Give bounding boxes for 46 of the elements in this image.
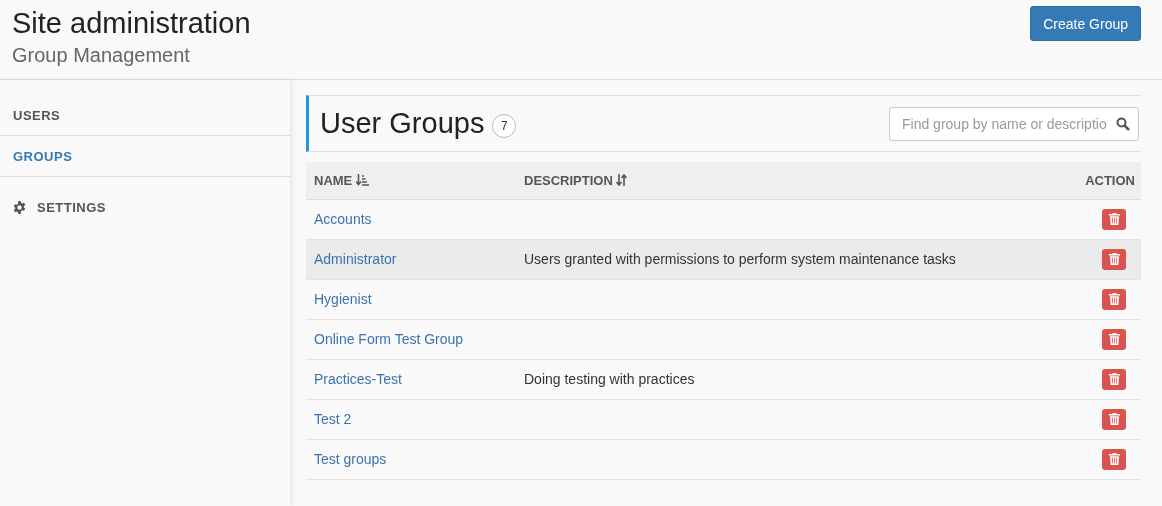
group-link[interactable]: Online Form Test Group <box>314 331 464 347</box>
table-row[interactable]: Hygienist <box>306 279 1141 319</box>
group-link[interactable]: Hygienist <box>314 291 372 307</box>
group-link[interactable]: Practices-Test <box>314 371 402 387</box>
sidebar-item[interactable]: USERS <box>0 95 290 136</box>
delete-button[interactable] <box>1102 208 1126 230</box>
delete-button[interactable] <box>1102 448 1126 470</box>
create-group-button[interactable]: Create Group <box>1030 6 1141 41</box>
table-row[interactable]: Test 2 <box>306 399 1141 439</box>
table-row[interactable]: Accounts <box>306 199 1141 239</box>
search-field[interactable]: Find group by name or descriptio <box>889 106 1139 141</box>
delete-button[interactable] <box>1102 328 1126 350</box>
trash-icon <box>1108 413 1120 425</box>
sidebar-item[interactable]: SETTINGS <box>0 177 290 237</box>
page-title: Site administration <box>12 6 251 40</box>
group-link[interactable]: Test 2 <box>314 411 352 427</box>
page-subtitle: Group Management <box>12 44 191 67</box>
search-icon <box>1116 116 1130 131</box>
column-header[interactable]: DESCRIPTION <box>516 162 1063 199</box>
gear-icon <box>13 200 26 214</box>
table-cell: Doing testing with practices <box>524 371 695 387</box>
delete-button[interactable] <box>1102 248 1126 270</box>
count-badge: 7 <box>492 113 517 138</box>
sort-icon <box>355 173 369 186</box>
trash-icon <box>1108 373 1120 385</box>
trash-icon <box>1108 453 1120 465</box>
table-row[interactable]: Administrator Users granted with permissions to perform system maintenance tasks <box>306 239 1141 279</box>
table-cell: Users granted with permissions to perform system maintenance tasks <box>524 251 956 267</box>
group-link[interactable]: Administrator <box>314 251 397 267</box>
column-header: ACTION <box>1063 162 1141 199</box>
table-row[interactable]: Practices-Test Doing testing with practices <box>306 359 1141 399</box>
trash-icon <box>1108 333 1120 345</box>
trash-icon <box>1108 293 1120 305</box>
sort-icon <box>616 173 628 186</box>
column-header[interactable]: NAME <box>306 162 516 199</box>
group-link[interactable]: Test groups <box>314 451 387 467</box>
panel-title: User Groups <box>320 107 485 140</box>
sidebar-item[interactable]: GROUPS <box>0 136 290 177</box>
table-row[interactable]: Test groups <box>306 439 1141 479</box>
table-row[interactable]: Online Form Test Group <box>306 319 1141 359</box>
delete-button[interactable] <box>1102 288 1126 310</box>
trash-icon <box>1108 253 1120 265</box>
delete-button[interactable] <box>1102 408 1126 430</box>
delete-button[interactable] <box>1102 368 1126 390</box>
group-link[interactable]: Accounts <box>314 211 372 227</box>
trash-icon <box>1108 213 1120 225</box>
